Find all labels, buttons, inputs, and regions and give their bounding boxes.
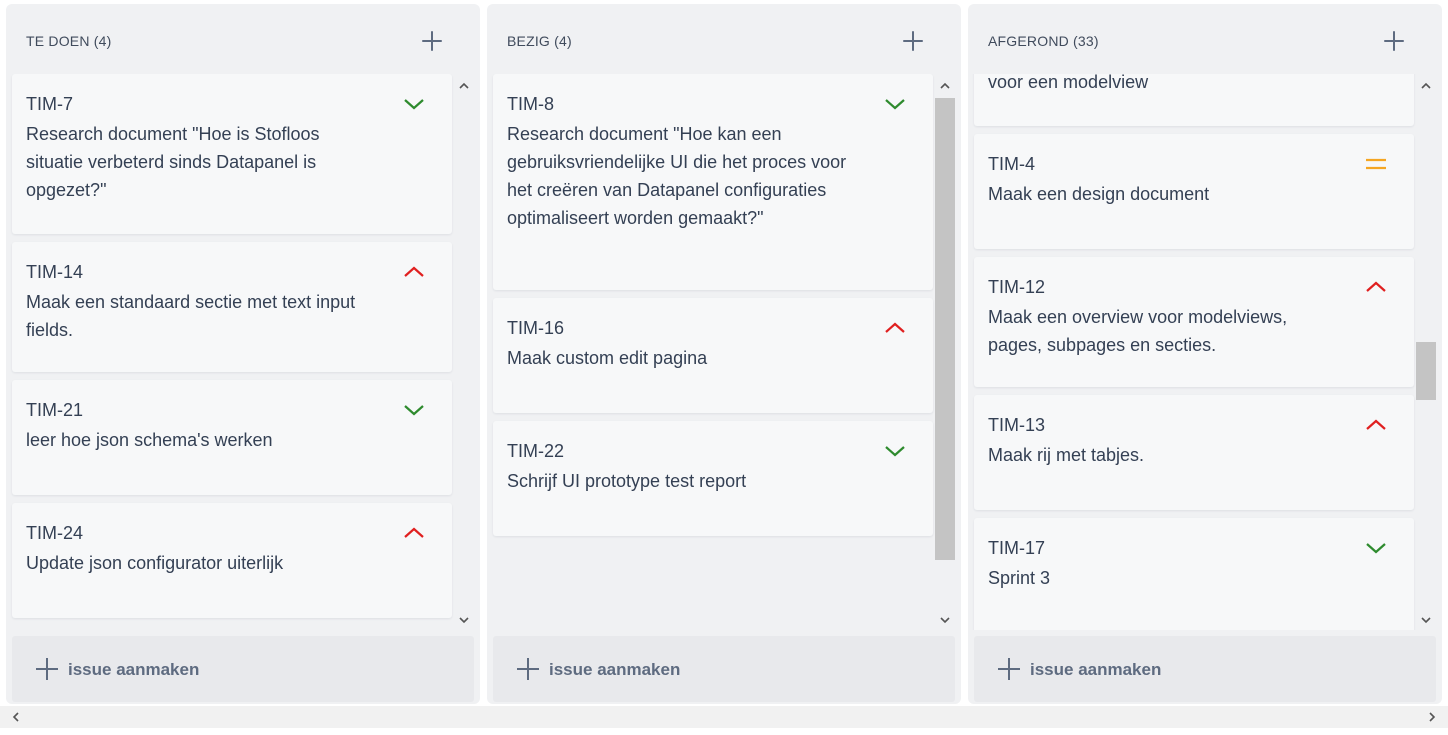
issue-summary: Maak custom edit pagina <box>507 348 708 368</box>
issue-summary: Update json configurator uiterlijk <box>26 553 284 573</box>
issue-key: TIM-13 <box>988 415 1046 435</box>
priority-high-icon <box>404 527 424 538</box>
add-issue-icon[interactable] <box>1382 29 1406 53</box>
create-issue-button[interactable]: issue aanmaken <box>493 636 955 702</box>
vertical-scrollbar[interactable] <box>454 74 474 630</box>
issue-card[interactable]: TIM-16 Maak custom edit pagina <box>493 298 933 413</box>
scroll-thumb[interactable] <box>935 98 955 560</box>
column-bezig: BEZIG (4) TIM-8 Research document "Hoe k… <box>487 4 961 704</box>
card-list: TIM-7 Research document "Hoe is Stofloos… <box>6 74 480 630</box>
priority-high-icon <box>885 322 905 333</box>
scroll-up-icon[interactable] <box>939 80 951 92</box>
column-afgerond: AFGEROND (33) voor een modelview TIM-4 M… <box>968 4 1442 704</box>
issue-summary: Maak een standaard sectie met text input… <box>26 292 356 340</box>
issue-key: TIM-17 <box>988 538 1046 558</box>
priority-low-icon <box>404 99 424 110</box>
issue-summary: Schrijf UI prototype test report <box>507 471 747 491</box>
create-issue-label: issue aanmaken <box>549 660 681 679</box>
plus-icon <box>517 658 539 680</box>
create-issue-button[interactable]: issue aanmaken <box>12 636 474 702</box>
issue-key: TIM-24 <box>26 523 84 543</box>
scroll-thumb[interactable] <box>1416 342 1436 400</box>
card-list: voor een modelview TIM-4 Maak een design… <box>968 74 1442 630</box>
issue-card[interactable]: voor een modelview <box>974 74 1414 126</box>
column-header: AFGEROND (33) <box>968 4 1442 74</box>
priority-high-icon <box>404 266 424 277</box>
issue-key: TIM-4 <box>988 154 1035 174</box>
issue-card[interactable]: TIM-24 Update json configurator uiterlij… <box>12 503 452 618</box>
horizontal-scrollbar[interactable] <box>0 706 1448 728</box>
issue-key: TIM-21 <box>26 400 84 420</box>
issue-card[interactable]: TIM-12 Maak een overview voor modelviews… <box>974 257 1414 387</box>
issue-summary: Research document "Hoe is Stofloos situa… <box>26 124 320 200</box>
scroll-up-icon[interactable] <box>458 80 470 92</box>
issue-summary: voor een modelview <box>988 74 1149 92</box>
vertical-scrollbar[interactable] <box>1416 74 1436 630</box>
issue-card[interactable]: TIM-21 leer hoe json schema's werken <box>12 380 452 495</box>
issue-summary: Maak een overview voor modelviews, pages… <box>988 307 1288 355</box>
column-title: AFGEROND (33) <box>988 33 1099 49</box>
issue-summary: Research document "Hoe kan een gebruiksv… <box>507 124 847 228</box>
plus-icon <box>36 658 58 680</box>
create-issue-label: issue aanmaken <box>68 660 200 679</box>
issue-summary: Sprint 3 <box>988 568 1051 588</box>
priority-low-icon <box>1366 543 1386 554</box>
priority-low-icon <box>885 99 905 110</box>
issue-card[interactable]: TIM-4 Maak een design document <box>974 134 1414 249</box>
scroll-down-icon[interactable] <box>1420 614 1432 626</box>
card-list: TIM-8 Research document "Hoe kan een geb… <box>487 74 961 630</box>
issue-key: TIM-16 <box>507 318 565 338</box>
column-title: TE DOEN (4) <box>26 33 112 49</box>
column-header: BEZIG (4) <box>487 4 961 74</box>
scroll-down-icon[interactable] <box>458 614 470 626</box>
priority-low-icon <box>885 446 905 457</box>
issue-card[interactable]: TIM-7 Research document "Hoe is Stofloos… <box>12 74 452 234</box>
priority-medium-icon <box>1366 158 1386 170</box>
issue-card[interactable]: TIM-22 Schrijf UI prototype test report <box>493 421 933 536</box>
issue-key: TIM-7 <box>26 94 73 114</box>
issue-key: TIM-8 <box>507 94 554 114</box>
priority-high-icon <box>1366 281 1386 292</box>
add-issue-icon[interactable] <box>901 29 925 53</box>
issue-card[interactable]: TIM-14 Maak een standaard sectie met tex… <box>12 242 452 372</box>
add-issue-icon[interactable] <box>420 29 444 53</box>
column-te-doen: TE DOEN (4) TIM-7 Research document "Hoe… <box>6 4 480 704</box>
scroll-down-icon[interactable] <box>939 614 951 626</box>
create-issue-button[interactable]: issue aanmaken <box>974 636 1436 702</box>
scroll-up-icon[interactable] <box>1420 80 1432 92</box>
issue-card[interactable]: TIM-17 Sprint 3 <box>974 518 1414 630</box>
issue-card[interactable]: TIM-13 Maak rij met tabjes. <box>974 395 1414 510</box>
issue-key: TIM-22 <box>507 441 565 461</box>
priority-low-icon <box>404 405 424 416</box>
vertical-scrollbar[interactable] <box>935 74 955 630</box>
plus-icon <box>998 658 1020 680</box>
column-header: TE DOEN (4) <box>6 4 480 74</box>
issue-summary: leer hoe json schema's werken <box>26 430 273 450</box>
issue-key: TIM-12 <box>988 277 1046 297</box>
issue-summary: Maak rij met tabjes. <box>988 445 1145 465</box>
issue-card[interactable]: TIM-8 Research document "Hoe kan een geb… <box>493 74 933 290</box>
issue-key: TIM-14 <box>26 262 84 282</box>
scroll-left-icon[interactable] <box>10 711 22 723</box>
column-title: BEZIG (4) <box>507 33 572 49</box>
create-issue-label: issue aanmaken <box>1030 660 1162 679</box>
priority-high-icon <box>1366 419 1386 430</box>
issue-summary: Maak een design document <box>988 184 1210 204</box>
scroll-right-icon[interactable] <box>1426 711 1438 723</box>
